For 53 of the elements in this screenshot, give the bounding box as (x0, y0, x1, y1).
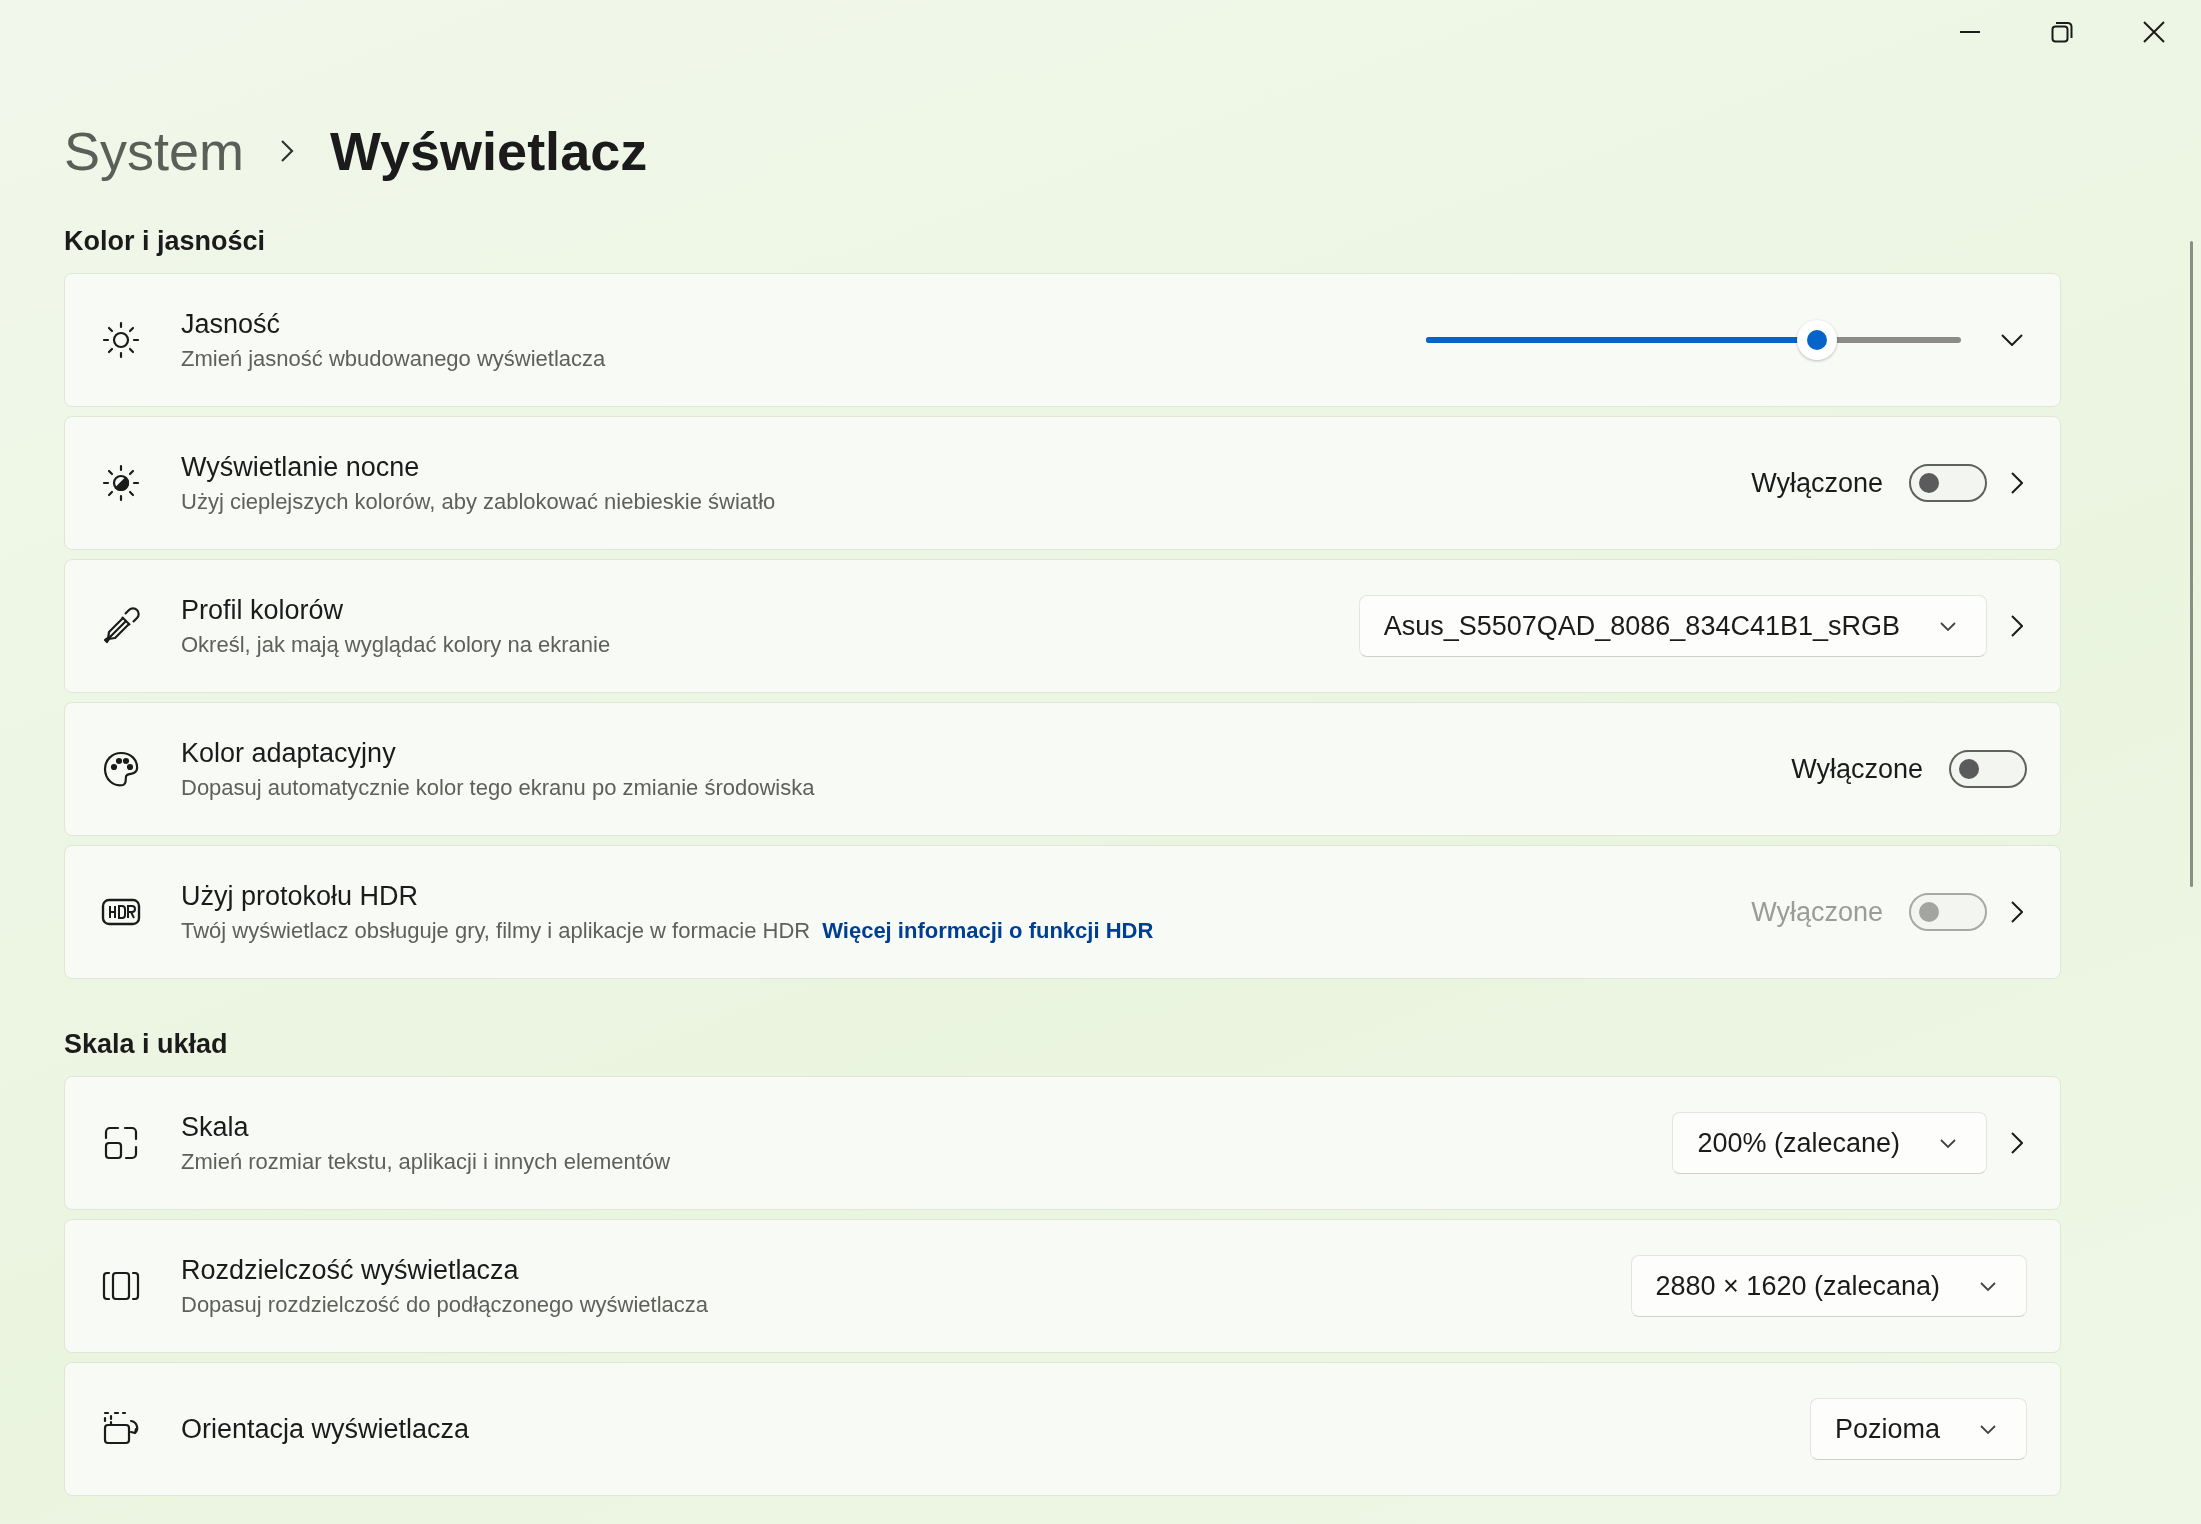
breadcrumb-link[interactable]: System (64, 120, 245, 182)
sun-icon (101, 320, 141, 360)
chevron-down-icon (1980, 1281, 1996, 1291)
setting-card[interactable]: Kolor adaptacyjny Dopasuj automatycznie kolor tego ekranu po zmianie środowiska Wyłączone (64, 702, 2061, 836)
palette-icon (101, 749, 141, 789)
hdr-icon (101, 898, 141, 926)
setting-description: Zmień rozmiar tekstu, aplikacji i innych elementów (181, 1148, 671, 1175)
toggle-switch[interactable] (1949, 750, 2027, 788)
setting-card[interactable]: Jasność Zmień jasność wbudowanego wyświetlacza (64, 273, 2061, 407)
half-sun-icon (101, 463, 141, 503)
chevron-right-icon[interactable] (2011, 615, 2023, 637)
section-title: Skala i układ (64, 1029, 229, 1060)
chevron-down-icon[interactable] (2001, 334, 2023, 346)
chevron-right-icon (280, 139, 295, 163)
toggle-status: Wyłączone (1751, 467, 1883, 499)
toggle-status: Wyłączone (1751, 896, 1883, 928)
dropdown[interactable]: 200% (zalecane) (1672, 1112, 1987, 1174)
toggle-switch[interactable] (1909, 464, 1987, 502)
section-title: Kolor i jasności (64, 226, 267, 257)
setting-card[interactable]: Wyświetlanie nocne Użyj cieplejszych kolorów, aby zablokować niebieskie światło Wyłączone (64, 416, 2061, 550)
setting-card[interactable]: Profil kolorów Określ, jak mają wyglądać kolory na ekranie Asus_S5507QAD_8086_834C41B1_sRGB (64, 559, 2061, 693)
scrollbar[interactable] (2190, 241, 2193, 887)
page-title: Wyświetlacz (330, 120, 648, 182)
dropdown[interactable]: 2880 × 1620 (zalecana) (1630, 1255, 2027, 1317)
toggle-status: Wyłączone (1791, 753, 1923, 785)
setting-title: Użyj protokołu HDR (181, 880, 420, 912)
setting-description: Określ, jak mają wyglądać kolory na ekranie (181, 631, 611, 658)
chevron-down-icon (1940, 1138, 1956, 1148)
setting-title: Jasność (181, 308, 282, 340)
dropdown[interactable]: Asus_S5507QAD_8086_834C41B1_sRGB (1358, 595, 1987, 657)
minimize-icon[interactable] (1959, 30, 1981, 34)
setting-title: Orientacja wyświetlacza (181, 1413, 471, 1445)
setting-description: Dopasuj automatycznie kolor tego ekranu po zmianie środowiska (181, 774, 815, 801)
setting-card[interactable]: Rozdzielczość wyświetlacza Dopasuj rozdzielczość do podłączonego wyświetlacza 2880 × 1620 (zalecana) (64, 1219, 2061, 1353)
setting-title: Wyświetlanie nocne (181, 451, 421, 483)
setting-title: Skala (181, 1111, 250, 1143)
setting-title: Profil kolorów (181, 594, 345, 626)
setting-description: Zmień jasność wbudowanego wyświetlacza (181, 345, 606, 372)
close-icon[interactable] (2143, 21, 2165, 43)
chevron-right-icon[interactable] (2011, 472, 2023, 494)
eyedropper-icon (101, 606, 141, 646)
dropdown[interactable]: Pozioma (1809, 1398, 2027, 1460)
setting-title: Rozdzielczość wyświetlacza (181, 1254, 520, 1286)
setting-card[interactable]: Orientacja wyświetlacza Pozioma (64, 1362, 2061, 1496)
setting-description: Użyj cieplejszych kolorów, aby zablokować niebieskie światło (181, 488, 776, 515)
setting-card[interactable]: Skala Zmień rozmiar tekstu, aplikacji i innych elementów 200% (zalecane) (64, 1076, 2061, 1210)
setting-description: Dopasuj rozdzielczość do podłączonego wyświetlacza (181, 1291, 709, 1318)
restore-icon[interactable] (2051, 21, 2073, 43)
chevron-down-icon (1940, 621, 1956, 631)
chevron-right-icon[interactable] (2011, 1132, 2023, 1154)
setting-description: Twój wyświetlacz obsługuje gry, filmy i aplikacje w formacie HDR (181, 917, 811, 944)
chevron-down-icon (1980, 1424, 1996, 1434)
setting-title: Kolor adaptacyjny (181, 737, 397, 769)
